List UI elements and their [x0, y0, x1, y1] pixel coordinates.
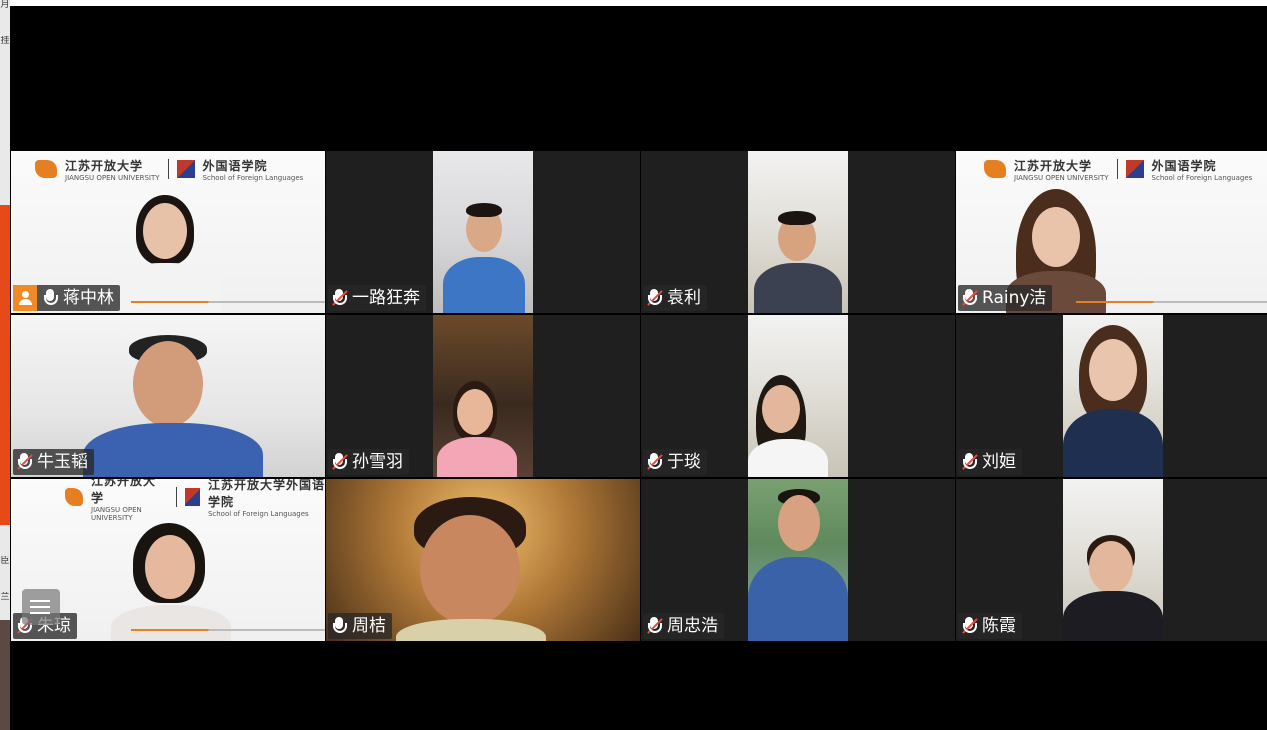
participant-name: 牛玉韬	[37, 452, 88, 472]
banner-school-cn: 江苏开放大学外国语学院	[207, 479, 325, 509]
participant-name-label: 于琰	[643, 449, 707, 475]
left-strip-glyph: 兰	[0, 592, 10, 602]
banner-university-en: JIANGSU OPEN UNIVERSITY	[1014, 173, 1109, 182]
participant-tile[interactable]: 刘姮	[956, 315, 1267, 477]
participant-tile[interactable]: 周忠浩	[641, 479, 955, 641]
banner-university-cn: 江苏开放大学	[91, 479, 157, 505]
participant-name-label: Rainy洁	[958, 285, 1053, 311]
video-feed	[433, 151, 533, 313]
banner-university-en: JIANGSU OPEN UNIVERSITY	[91, 506, 142, 522]
left-strip-glyph: 挂	[0, 36, 10, 46]
video-feed	[748, 315, 848, 477]
video-feed	[748, 479, 848, 641]
participant-tile[interactable]: 牛玉韬	[11, 315, 325, 477]
banner-school-cn: 外国语学院	[1151, 158, 1217, 173]
school-logo-icon	[1125, 160, 1144, 178]
university-banner: 江苏开放大学 JIANGSU OPEN UNIVERSITY 江苏开放大学外国语学…	[65, 479, 325, 522]
banner-school-cn: 外国语学院	[202, 158, 268, 173]
participant-tile[interactable]: 江苏开放大学 JIANGSU OPEN UNIVERSITY 外国语学院 Schoo…	[11, 151, 325, 313]
microphone-icon	[332, 617, 347, 635]
participant-name: 陈霞	[982, 616, 1016, 636]
participant-name-label: 周忠浩	[643, 613, 724, 639]
participant-tile[interactable]: 袁利	[641, 151, 955, 313]
banner-university-cn: 江苏开放大学	[65, 158, 144, 173]
participant-tile[interactable]: 一路狂奔	[326, 151, 640, 313]
participant-name-label: 刘姮	[958, 449, 1022, 475]
participant-tile[interactable]: 陈霞	[956, 479, 1267, 641]
participant-name-label: 一路狂奔	[328, 285, 426, 311]
participant-name-label: 周桔	[328, 613, 392, 639]
participant-tile[interactable]: 江苏开放大学 JIANGSU OPEN UNIVERSITY 外国语学院 Schoo…	[956, 151, 1267, 313]
banner-university-cn: 江苏开放大学	[1014, 158, 1093, 173]
microphone-muted-icon	[332, 289, 348, 307]
participant-name: 袁利	[667, 288, 701, 308]
banner-divider	[176, 487, 178, 507]
participant-name: 孙雪羽	[352, 452, 403, 472]
participant-name-label: 陈霞	[958, 613, 1022, 639]
banner-school-en: School of Foreign Languages	[202, 173, 304, 182]
school-logo-icon	[176, 160, 195, 178]
university-logo-icon	[984, 160, 1006, 178]
university-banner: 江苏开放大学 JIANGSU OPEN UNIVERSITY 外国语学院 Schoo…	[35, 155, 303, 183]
university-logo-icon	[35, 160, 57, 178]
participant-tile[interactable]: 周桔	[326, 479, 640, 641]
participant-name: 蒋中林	[63, 288, 114, 308]
university-logo-icon	[65, 488, 83, 506]
participant-name-label: 蒋中林	[13, 285, 120, 311]
left-strip-glyph: 臣	[0, 556, 10, 566]
banner-divider	[1116, 159, 1118, 179]
video-feed	[1063, 315, 1163, 477]
left-strip-glyph: 月	[0, 0, 10, 10]
participant-name: 一路狂奔	[352, 288, 420, 308]
host-user-icon	[13, 285, 37, 311]
left-window-strip: 月 挂 臣 兰	[0, 0, 10, 730]
participant-name-label: 袁利	[643, 285, 707, 311]
menu-lines-icon[interactable]	[22, 589, 60, 625]
participant-name: 周忠浩	[667, 616, 718, 636]
banner-divider	[167, 159, 169, 179]
banner-university-en: JIANGSU OPEN UNIVERSITY	[65, 173, 160, 182]
video-feed	[748, 151, 848, 313]
microphone-muted-icon	[647, 453, 663, 471]
banner-school-en: School of Foreign Languages	[1151, 173, 1253, 182]
microphone-icon	[43, 289, 58, 307]
video-gallery: 江苏开放大学 JIANGSU OPEN UNIVERSITY 外国语学院 Schoo…	[10, 6, 1267, 730]
participant-name: Rainy洁	[982, 288, 1047, 308]
participant-name: 周桔	[352, 616, 386, 636]
microphone-muted-icon	[647, 289, 663, 307]
school-logo-icon	[185, 488, 200, 506]
participant-tile[interactable]: 于琰	[641, 315, 955, 477]
participant-name: 刘姮	[982, 452, 1016, 472]
microphone-muted-icon	[332, 453, 348, 471]
participant-tile[interactable]: 孙雪羽	[326, 315, 640, 477]
video-feed	[1063, 479, 1163, 641]
left-strip-orange-block	[0, 205, 10, 525]
banner-school-en: School of Foreign Languages	[207, 510, 309, 518]
participant-name: 于琰	[667, 452, 701, 472]
microphone-muted-icon	[962, 289, 978, 307]
microphone-muted-icon	[962, 453, 978, 471]
microphone-muted-icon	[962, 617, 978, 635]
microphone-muted-icon	[647, 617, 663, 635]
participant-name-label: 牛玉韬	[13, 449, 94, 475]
university-banner: 江苏开放大学 JIANGSU OPEN UNIVERSITY 外国语学院 Schoo…	[984, 155, 1252, 183]
video-feed	[433, 315, 533, 477]
microphone-muted-icon	[17, 453, 33, 471]
left-strip-photo	[0, 620, 10, 730]
participant-name-label: 孙雪羽	[328, 449, 409, 475]
